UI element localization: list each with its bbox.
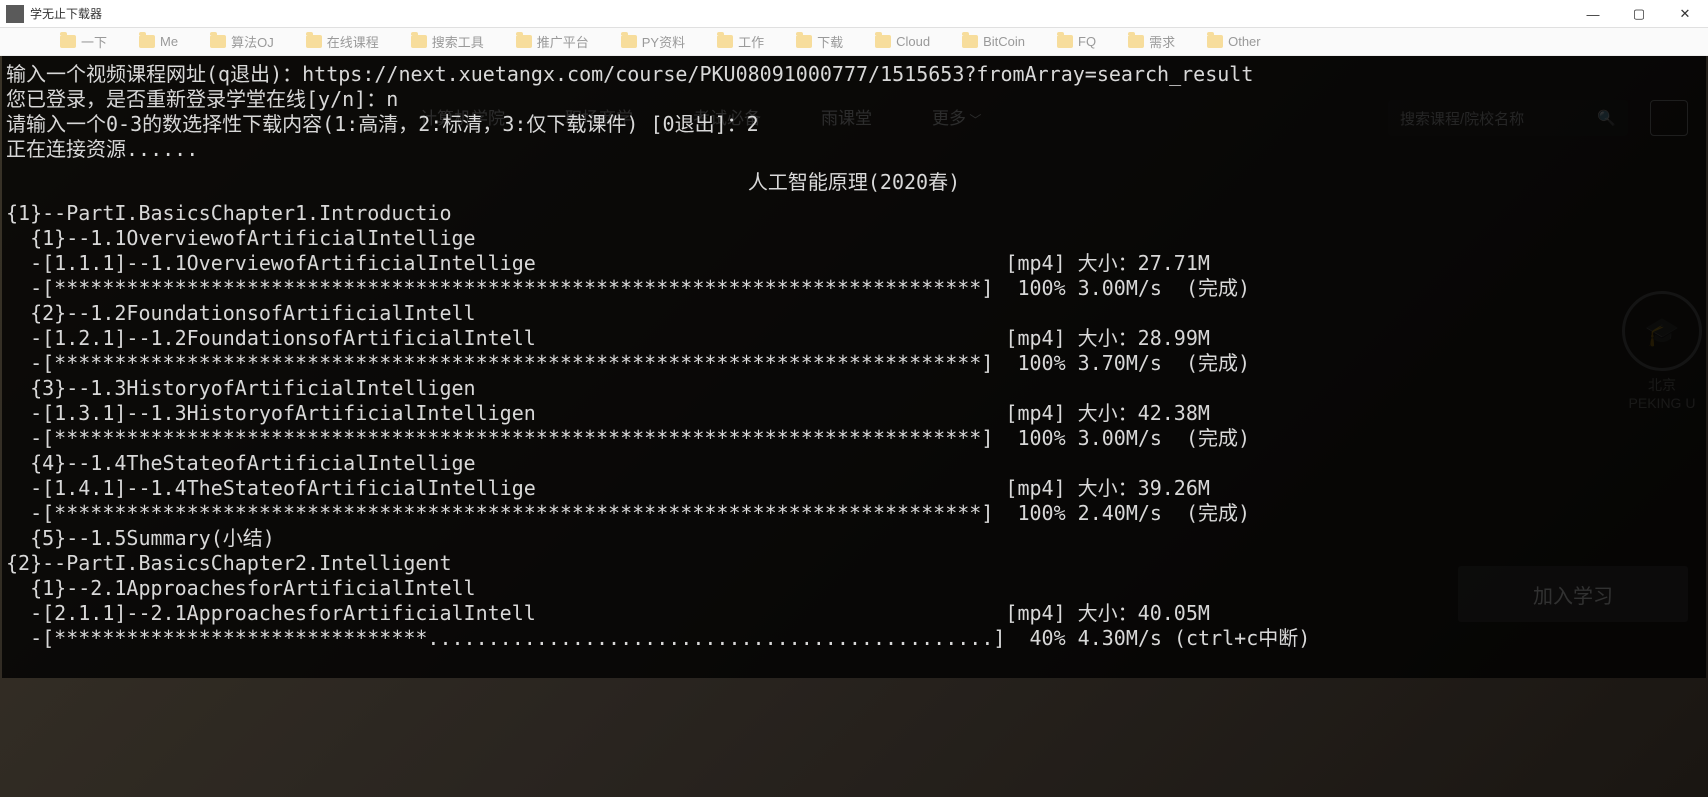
bookmark-item[interactable]: Other [1207,34,1261,49]
bookmark-label: 算法OJ [231,32,274,51]
bookmark-label: 工作 [738,32,764,51]
prompt-line-3: 请输入一个0-3的数选择性下载内容(1:高清，2:标清，3:仅下载课件) [0退… [6,112,759,136]
bookmark-item[interactable]: 工作 [717,32,764,51]
bookmark-item[interactable]: 推广平台 [516,32,589,51]
folder-icon [621,35,637,48]
folder-icon [1128,35,1144,48]
bookmark-label: PY资料 [642,32,685,51]
bookmark-item[interactable]: BitCoin [962,34,1025,49]
bookmark-item[interactable]: 需求 [1128,32,1175,51]
course-title: 人工智能原理(2020春) [6,162,1702,201]
bookmark-label: 需求 [1149,32,1175,51]
bookmark-item[interactable]: 算法OJ [210,32,274,51]
window-title: 学无止下载器 [30,5,102,22]
prompt-line-1: 输入一个视频课程网址(q退出)：https://next.xuetangx.co… [6,62,1253,86]
bookmark-item[interactable]: 下载 [796,32,843,51]
bookmark-label: 推广平台 [537,32,589,51]
folder-icon [796,35,812,48]
bookmark-label: 在线课程 [327,32,379,51]
download-tree: {1}--PartI.BasicsChapter1.Introductio {1… [6,201,1310,650]
bookmark-item[interactable]: PY资料 [621,32,685,51]
prompt-line-4: 正在连接资源...... [6,137,198,161]
folder-icon [1057,35,1073,48]
prompt-line-2: 您已登录，是否重新登录学堂在线[y/n]：n [6,87,398,111]
window-titlebar: 学无止下载器 ― ▢ ✕ [0,0,1708,28]
bookmarks-bar: 一下 Me 算法OJ 在线课程 搜索工具 推广平台 PY资料 工作 下载 Cloud BitCoin… [0,28,1708,56]
folder-icon [139,35,155,48]
bookmark-label: 下载 [817,32,843,51]
folder-icon [306,35,322,48]
bookmark-item[interactable]: Me [139,34,178,49]
close-button[interactable]: ✕ [1662,0,1708,28]
bookmark-item[interactable]: FQ [1057,34,1096,49]
bookmark-label: 一下 [81,32,107,51]
bookmark-label: Me [160,34,178,49]
minimize-button[interactable]: ― [1570,0,1616,28]
bookmark-label: 搜索工具 [432,32,484,51]
bookmark-item[interactable]: 在线课程 [306,32,379,51]
bookmark-label: BitCoin [983,34,1025,49]
bookmark-label: FQ [1078,34,1096,49]
bookmark-item[interactable]: Cloud [875,34,930,49]
folder-icon [210,35,226,48]
folder-icon [411,35,427,48]
app-icon [6,5,24,23]
bookmark-item[interactable]: 一下 [60,32,107,51]
folder-icon [717,35,733,48]
folder-icon [875,35,891,48]
terminal-output[interactable]: 输入一个视频课程网址(q退出)：https://next.xuetangx.co… [2,56,1706,678]
bookmark-item[interactable]: 搜索工具 [411,32,484,51]
folder-icon [60,35,76,48]
folder-icon [962,35,978,48]
bookmark-label: Other [1228,34,1261,49]
folder-icon [516,35,532,48]
bookmark-label: Cloud [896,34,930,49]
folder-icon [1207,35,1223,48]
maximize-button[interactable]: ▢ [1616,0,1662,28]
